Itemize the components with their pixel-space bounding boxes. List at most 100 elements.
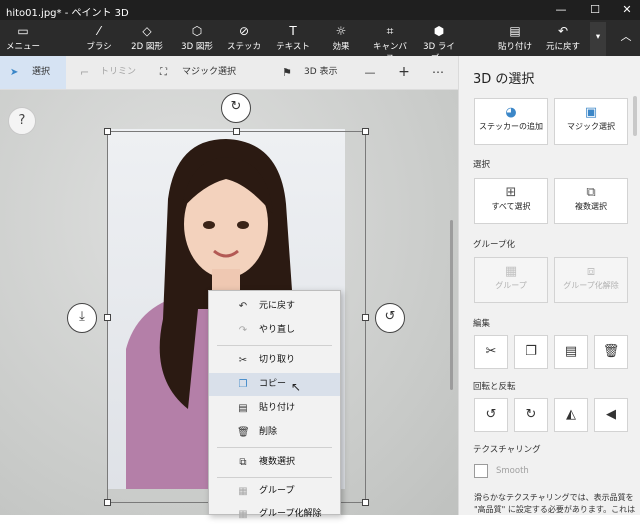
menu-item-group[interactable]: ▦ グループ: [209, 480, 340, 503]
multi-select-label: 複数選択: [575, 202, 607, 211]
menu-item-label: 複数選択: [259, 457, 296, 467]
library3d-tab[interactable]: ⬢ 3D ライブ...: [418, 22, 460, 64]
zoom-in-button[interactable]: +: [396, 56, 412, 89]
undo-button[interactable]: ↶ 元に戻す: [546, 22, 580, 56]
menu-item-cut[interactable]: ✂ 切り取り: [209, 349, 340, 372]
flip-vertical-button[interactable]: ◀: [594, 398, 628, 432]
select-all-label: すべて選択: [491, 202, 531, 211]
panel-title: 3D の選択: [473, 72, 535, 87]
panel-scrollbar[interactable]: [633, 96, 637, 136]
brush-icon: ⁄: [97, 24, 100, 38]
texture-note-line1: 滑らかなテクスチャリングでは、表示品質を: [474, 493, 634, 502]
paste-icon: ▤: [564, 344, 578, 359]
library-icon: ⬢: [433, 24, 445, 38]
flip-horizontal-icon: ◭: [566, 407, 576, 422]
paste-button[interactable]: ▤: [554, 335, 588, 369]
add-sticker-button[interactable]: ◕ ステッカーの追加: [474, 98, 548, 145]
side-panel: 3D の選択 ◕ ステッカーの追加 ▣ マジック選択 選択 ⊞ すべて選択 ⧉ …: [458, 56, 640, 515]
folder-icon: ▭: [17, 24, 29, 38]
flip-vertical-icon: ◀: [606, 407, 616, 422]
vertical-scrollbar[interactable]: [450, 220, 453, 390]
effects-tab[interactable]: ☼ 効果: [328, 22, 354, 56]
menu-item-label: 元に戻す: [259, 301, 296, 311]
flip-horizontal-button[interactable]: ◭: [554, 398, 588, 432]
group-icon: ▦: [238, 486, 248, 497]
rotate-x-icon[interactable]: ⤓: [67, 303, 97, 333]
resize-handle-left[interactable]: [104, 314, 111, 321]
rotate-y-icon[interactable]: ↺: [375, 303, 405, 333]
scissors-icon: ✂: [238, 355, 248, 366]
multi-select-button[interactable]: ⧉ 複数選択: [554, 178, 628, 224]
shapes3d-tab[interactable]: ⬡ 3D 図形: [178, 22, 216, 56]
menu-item-paste[interactable]: ▤ 貼り付け: [209, 397, 340, 420]
magic-select-label: マジック選択: [182, 67, 237, 77]
resize-handle-right[interactable]: [362, 314, 369, 321]
group-button[interactable]: ▦ グループ: [474, 257, 548, 303]
resize-handle-bottom-right[interactable]: [362, 499, 369, 506]
text-icon: T: [289, 24, 297, 38]
select-tool[interactable]: ➤ 選択: [0, 56, 66, 89]
rotate-right-button[interactable]: ↻: [514, 398, 548, 432]
view3d-label: 3D 表示: [304, 67, 338, 77]
rotate-z-icon[interactable]: ↻: [221, 93, 251, 123]
menu-item-copy[interactable]: ❐ コピー ↖: [209, 373, 340, 396]
menu-item-multi-select[interactable]: ⧉ 複数選択: [209, 451, 340, 474]
toolbar: ➤ 選択 ⌐ トリミング ⛶ マジック選択 ⚑ 3D 表示 — + ⋯: [0, 56, 458, 110]
select-all-button[interactable]: ⊞ すべて選択: [474, 178, 548, 224]
rotate-left-button[interactable]: ↺: [474, 398, 508, 432]
zoom-out-button[interactable]: —: [362, 56, 378, 89]
menu-button[interactable]: ▭ メニュー: [6, 22, 40, 56]
text-tab[interactable]: T テキスト: [276, 22, 310, 56]
select-label: 選択: [32, 67, 51, 77]
menu-item-label: グループ: [259, 486, 295, 496]
close-button[interactable]: ✕: [612, 0, 640, 20]
maximize-button[interactable]: ☐: [580, 0, 610, 20]
magic-select-tool[interactable]: ⛶ マジック選択: [156, 56, 236, 89]
crop-tool[interactable]: ⌐ トリミング: [72, 56, 136, 110]
menu-item-undo[interactable]: ↶ 元に戻す: [209, 295, 340, 318]
ungroup-button[interactable]: ⧈ グループ化解除: [554, 257, 628, 303]
ungroup-icon: ⧈: [586, 264, 596, 279]
shapes3d-label: 3D 図形: [181, 42, 213, 52]
resize-handle-top[interactable]: [233, 128, 240, 135]
resize-handle-bottom-left[interactable]: [104, 499, 111, 506]
canvas-icon: ⌗: [386, 24, 394, 38]
more-button[interactable]: ▾: [590, 22, 606, 56]
smooth-checkbox[interactable]: [474, 464, 488, 478]
menu-item-delete[interactable]: 🗑 削除: [209, 421, 340, 444]
minimize-button[interactable]: —: [546, 0, 576, 20]
crop-icon: ⌐: [80, 66, 90, 79]
context-menu: ↶ 元に戻す ↷ やり直し ✂ 切り取り ❐ コピー ↖ ▤ 貼り付け 🗑 削除…: [208, 290, 341, 520]
mouse-pointer-icon: ↖: [291, 380, 302, 394]
menu-item-label: 貼り付け: [259, 403, 296, 413]
ungroup-label: グループ化解除: [563, 281, 619, 290]
canvas-tab[interactable]: ⌗ キャンバス: [372, 22, 408, 64]
view3d-button[interactable]: ⚑ 3D 表示: [278, 56, 348, 89]
menu-label: メニュー: [6, 42, 41, 52]
menu-item-redo[interactable]: ↷ やり直し: [209, 319, 340, 342]
collapse-ribbon-button[interactable]: ︿: [616, 22, 636, 56]
menu-item-label: やり直し: [259, 325, 296, 335]
paste-label: 貼り付け: [498, 42, 533, 52]
ribbon: ▭ メニュー ⁄ ブラシ ◇ 2D 図形 ⬡ 3D 図形 ⊘ ステッカー T テ…: [0, 20, 640, 64]
add-sticker-label: ステッカーの追加: [479, 122, 543, 131]
resize-handle-top-left[interactable]: [104, 128, 111, 135]
section-texture: テクスチャリング: [473, 445, 541, 455]
shapes2d-tab[interactable]: ◇ 2D 図形: [128, 22, 166, 56]
copy-button[interactable]: ❐: [514, 335, 548, 369]
delete-button[interactable]: 🗑: [594, 335, 628, 369]
more-options-button[interactable]: ⋯: [430, 56, 446, 89]
stickers-tab[interactable]: ⊘ ステッカー: [226, 22, 262, 64]
magic-select-button[interactable]: ▣ マジック選択: [554, 98, 628, 145]
help-button[interactable]: ?: [8, 107, 36, 135]
trash-icon: 🗑: [602, 344, 620, 359]
menu-divider: [217, 447, 332, 448]
menu-divider: [217, 477, 332, 478]
section-rotate: 回転と反転: [473, 382, 516, 392]
paste-button[interactable]: ▤ 貼り付け: [498, 22, 532, 56]
brush-tab[interactable]: ⁄ ブラシ: [84, 22, 114, 56]
undo-icon: ↶: [557, 24, 569, 38]
window-title: hito01.jpg* - ペイント 3D: [6, 8, 129, 19]
cut-button[interactable]: ✂: [474, 335, 508, 369]
resize-handle-top-right[interactable]: [362, 128, 369, 135]
